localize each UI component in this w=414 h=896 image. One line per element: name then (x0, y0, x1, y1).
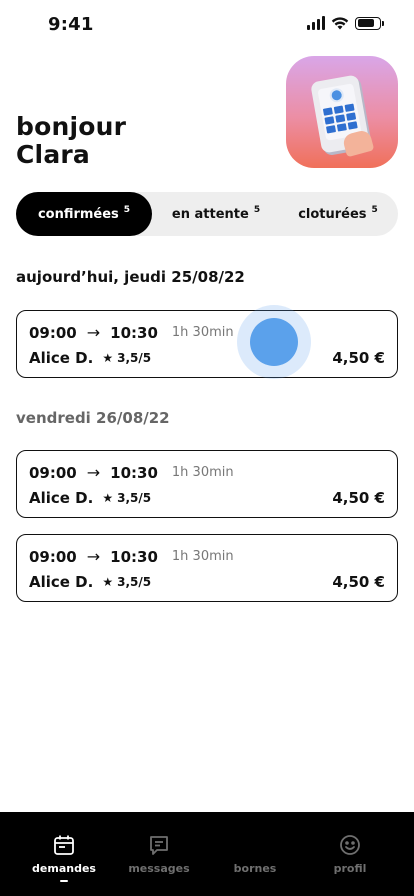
start-time: 09:00 (29, 323, 77, 342)
tab-label: confirmées (37, 206, 119, 222)
tab-count: 5 (123, 205, 131, 215)
star-icon: ★ (102, 351, 114, 365)
battery-icon (355, 16, 384, 30)
user-name: Clara (16, 140, 90, 169)
station-icon (244, 834, 266, 856)
booking-card[interactable]: 09:00 → 10:30 1h 30min Alice D. ★ 3,5/5 … (16, 310, 398, 378)
tab-confirmees[interactable]: confirmées 5 (16, 192, 152, 236)
star-icon: ★ (102, 491, 114, 505)
greeting: bonjour Clara (16, 113, 126, 169)
wifi-icon (331, 17, 349, 30)
active-indicator (60, 880, 68, 882)
price: 4,50 € (332, 573, 385, 591)
smiley-icon (339, 834, 361, 856)
nav-profil[interactable]: profil (298, 812, 402, 896)
price: 4,50 € (332, 489, 385, 507)
nav-bornes[interactable]: bornes (203, 812, 307, 896)
tab-cloturees[interactable]: cloturées 5 (280, 192, 396, 236)
message-icon (148, 834, 170, 856)
customer-name: Alice D. (29, 349, 94, 367)
nav-messages[interactable]: messages (107, 812, 211, 896)
star-icon: ★ (102, 575, 114, 589)
bottom-navigation: demandes messages bornes profil (0, 812, 414, 896)
booking-card[interactable]: 09:00 → 10:30 1h 30min Alice D. ★ 3,5/5 … (16, 534, 398, 602)
tab-label: en attente (171, 206, 249, 222)
duration: 1h 30min (171, 549, 234, 564)
tab-en-attente[interactable]: en attente 5 (158, 192, 274, 236)
tab-count: 5 (253, 205, 261, 215)
time-range: 09:00 → 10:30 1h 30min (29, 547, 234, 566)
duration: 1h 30min (171, 325, 234, 340)
section-date-title: vendredi 26/08/22 (16, 409, 170, 427)
duration: 1h 30min (171, 465, 234, 480)
hero-illustration (286, 56, 398, 168)
end-time: 10:30 (110, 547, 158, 566)
status-tabs: confirmées 5 en attente 5 cloturées 5 (16, 192, 398, 236)
start-time: 09:00 (29, 463, 77, 482)
arrow-right-icon: → (86, 323, 101, 342)
calendar-icon (53, 834, 75, 856)
arrow-right-icon: → (86, 547, 101, 566)
customer-info: Alice D. ★ 3,5/5 (29, 489, 151, 507)
customer-info: Alice D. ★ 3,5/5 (29, 573, 151, 591)
arrow-right-icon: → (86, 463, 101, 482)
rating: 3,5/5 (117, 575, 152, 589)
status-time: 9:41 (48, 14, 94, 35)
nav-label: messages (128, 862, 190, 875)
nav-label: bornes (233, 862, 277, 875)
time-range: 09:00 → 10:30 1h 30min (29, 323, 234, 342)
status-icons (307, 16, 384, 30)
section-date-title: aujourd’hui, jeudi 25/08/22 (16, 268, 245, 286)
end-time: 10:30 (110, 323, 158, 342)
greeting-line: bonjour (16, 112, 127, 141)
time-range: 09:00 → 10:30 1h 30min (29, 463, 234, 482)
booking-card[interactable]: 09:00 → 10:30 1h 30min Alice D. ★ 3,5/5 … (16, 450, 398, 518)
nav-label: demandes (32, 862, 96, 875)
rating: 3,5/5 (117, 351, 152, 365)
nav-label: profil (333, 862, 367, 875)
signal-icon (307, 16, 325, 30)
customer-info: Alice D. ★ 3,5/5 (29, 349, 151, 367)
tab-count: 5 (371, 205, 378, 215)
nav-demandes[interactable]: demandes (12, 812, 116, 896)
customer-name: Alice D. (29, 489, 94, 507)
status-bar: 9:41 (0, 0, 414, 50)
start-time: 09:00 (29, 547, 77, 566)
tab-label: cloturées (298, 206, 367, 222)
customer-name: Alice D. (29, 573, 94, 591)
touch-indicator (237, 305, 311, 379)
rating: 3,5/5 (117, 491, 152, 505)
price: 4,50 € (332, 349, 385, 367)
end-time: 10:30 (110, 463, 158, 482)
